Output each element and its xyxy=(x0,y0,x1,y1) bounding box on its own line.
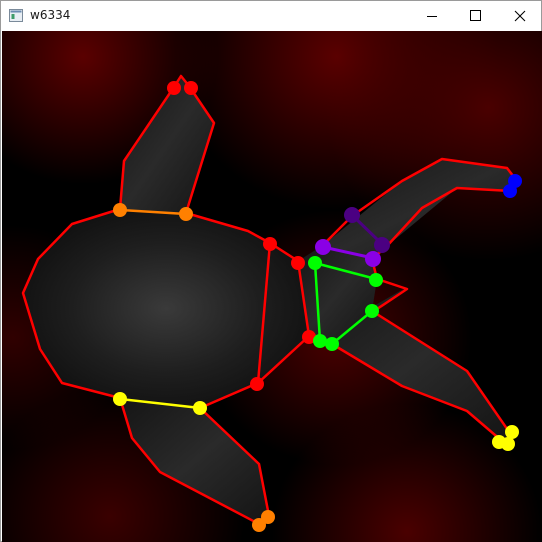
maximize-button[interactable] xyxy=(453,1,499,31)
pose-canvas[interactable] xyxy=(2,31,542,542)
keypoint-red xyxy=(184,81,198,95)
close-icon xyxy=(514,10,526,22)
keypoint-red xyxy=(263,237,277,251)
window-title: w6334 xyxy=(30,8,71,22)
keypoint-green xyxy=(365,304,379,318)
keypoint-yellow xyxy=(505,425,519,439)
maximize-icon xyxy=(470,10,481,21)
keypoint-violet xyxy=(365,251,381,267)
keypoint-green xyxy=(308,256,322,270)
keypoint-indigo xyxy=(344,207,360,223)
minimize-button[interactable] xyxy=(409,1,455,31)
pose-visualization xyxy=(2,31,542,542)
keypoint-red xyxy=(167,81,181,95)
keypoint-blue xyxy=(503,184,517,198)
keypoint-orange xyxy=(113,203,127,217)
keypoint-indigo xyxy=(374,237,390,253)
minimize-icon xyxy=(427,16,437,17)
app-window: w6334 xyxy=(0,0,542,542)
keypoint-red xyxy=(250,377,264,391)
title-bar[interactable]: w6334 xyxy=(1,1,541,31)
keypoint-red xyxy=(291,256,305,270)
close-button[interactable] xyxy=(497,1,542,31)
app-window-icon xyxy=(9,9,23,22)
keypoint-yellow xyxy=(193,401,207,415)
keypoint-yellow xyxy=(113,392,127,406)
keypoint-violet xyxy=(315,239,331,255)
keypoint-green xyxy=(369,273,383,287)
keypoint-yellow xyxy=(501,437,515,451)
keypoint-orange xyxy=(261,510,275,524)
keypoint-orange xyxy=(179,207,193,221)
keypoint-green xyxy=(313,334,327,348)
keypoint-green xyxy=(325,337,339,351)
